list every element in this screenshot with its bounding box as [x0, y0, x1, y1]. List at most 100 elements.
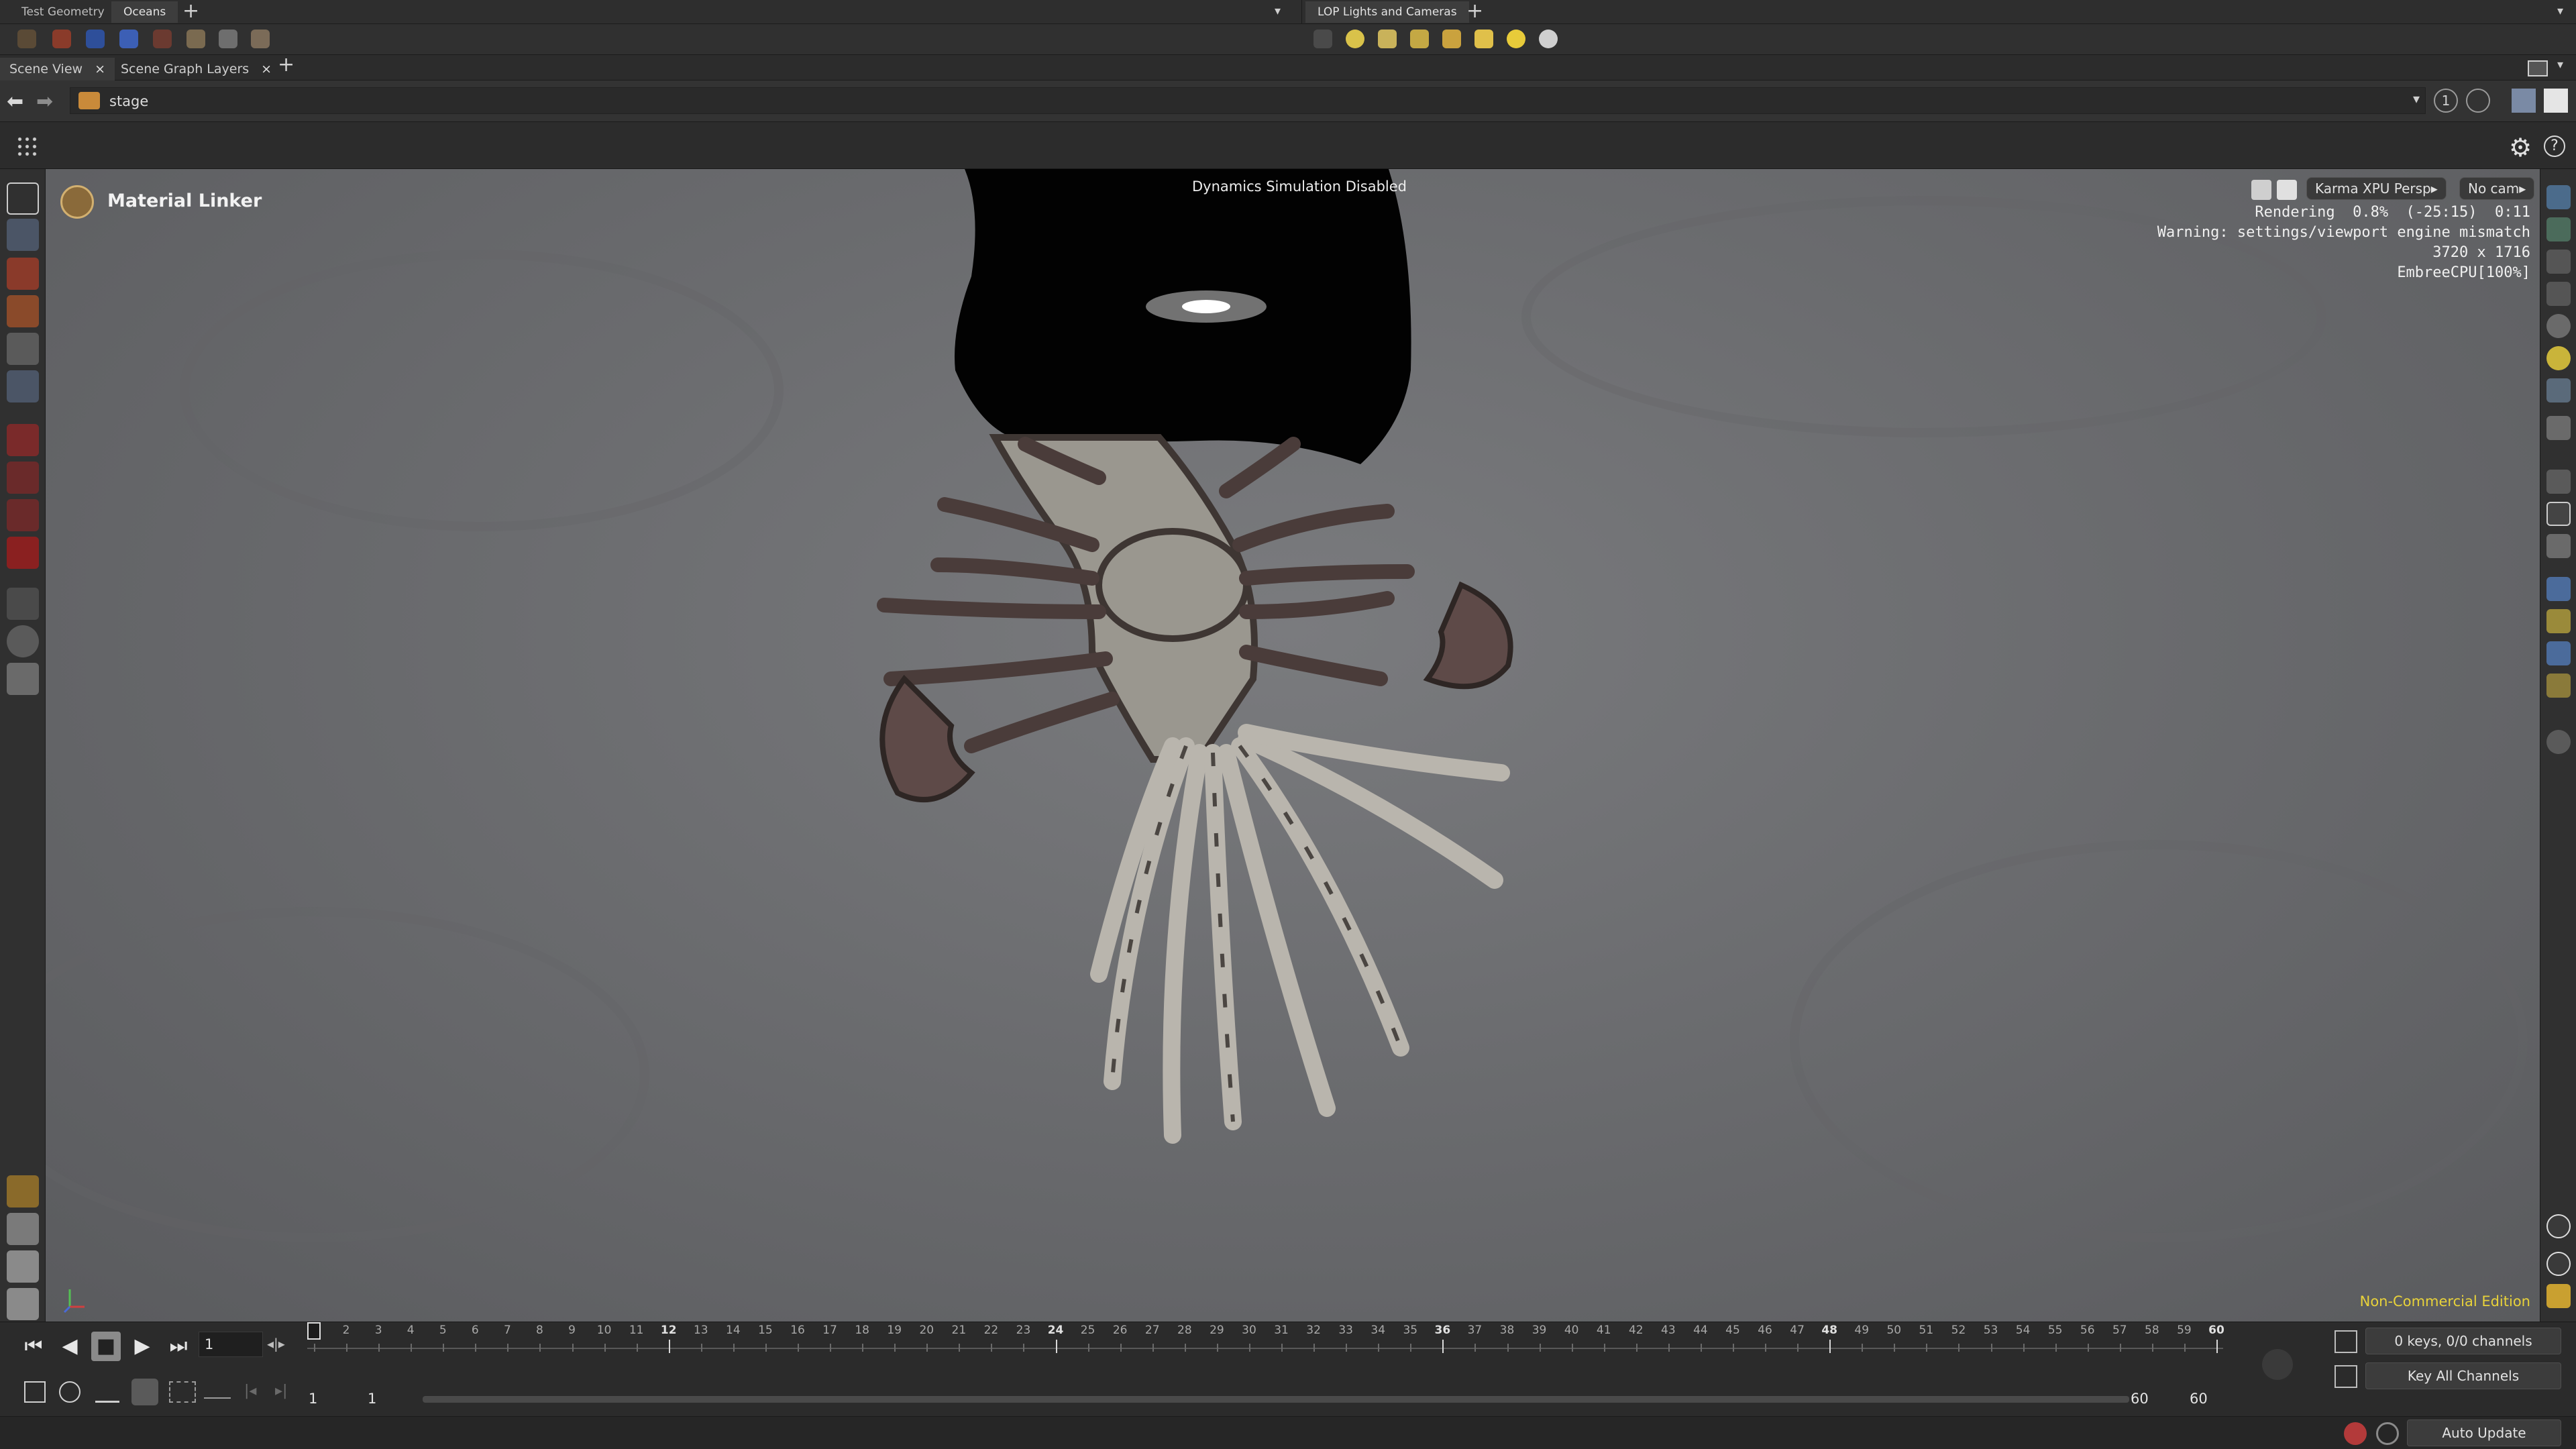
spot-light-icon[interactable]: [1410, 30, 1429, 48]
loop-icon[interactable]: [95, 1381, 119, 1403]
jump-to-start-icon[interactable]: ⏮: [19, 1332, 48, 1361]
transform-tool-icon[interactable]: [7, 258, 39, 290]
point-light-icon[interactable]: [1442, 30, 1461, 48]
range-start-field[interactable]: 1: [303, 1387, 357, 1412]
back-arrow-icon[interactable]: ⬅: [7, 90, 23, 113]
add-pane-tab-icon[interactable]: +: [278, 54, 294, 76]
render-region-icon[interactable]: [7, 663, 39, 695]
display-options-icon[interactable]: [2546, 641, 2571, 665]
jump-to-end-icon[interactable]: ⏭: [164, 1332, 193, 1361]
snap-points-icon[interactable]: [7, 499, 39, 531]
lock-icon[interactable]: [2277, 180, 2297, 200]
tab-scene-view[interactable]: Scene View ×: [0, 58, 115, 80]
add-shelf-tab-icon[interactable]: +: [182, 0, 199, 23]
shelf-tool-icon[interactable]: [7, 1175, 39, 1208]
bulb-icon[interactable]: [2546, 378, 2571, 402]
shelf-tool-icon[interactable]: [251, 30, 270, 48]
magnet-icon[interactable]: [7, 537, 39, 569]
keys-icon[interactable]: [204, 1385, 231, 1399]
prev-key-icon[interactable]: |◂: [244, 1383, 256, 1399]
grid-menu-icon[interactable]: [16, 136, 39, 158]
camera-tool-icon[interactable]: [1539, 30, 1558, 48]
sync-icon[interactable]: [131, 1379, 158, 1405]
close-icon[interactable]: ×: [95, 62, 105, 76]
shelf-tool-icon[interactable]: [17, 30, 36, 48]
audio-icon[interactable]: [59, 1381, 80, 1403]
path-dropdown-icon[interactable]: ▾: [2413, 91, 2420, 107]
network-view-icon[interactable]: [2512, 89, 2536, 113]
scale-tool-icon[interactable]: [7, 333, 39, 365]
tab-scene-graph-layers[interactable]: Scene Graph Layers ×: [111, 58, 281, 80]
distant-light-icon[interactable]: [1474, 30, 1493, 48]
network-path-field[interactable]: stage ▾: [70, 87, 2426, 114]
gear-icon[interactable]: ⚙: [2509, 133, 2532, 162]
channel-list-icon[interactable]: [2334, 1330, 2357, 1353]
key-tool-icon[interactable]: [2262, 1349, 2293, 1380]
renderer-menu[interactable]: Karma XPU Persp▸: [2306, 177, 2447, 200]
handle-tool-icon[interactable]: [7, 370, 39, 402]
range-end-field[interactable]: 60: [2125, 1387, 2179, 1412]
display-options-icon[interactable]: [2546, 730, 2571, 754]
lock-select-icon[interactable]: [7, 219, 39, 251]
pane-menu-icon[interactable]: ▾: [2557, 58, 2563, 72]
shelf-tool-icon[interactable]: [7, 1250, 39, 1283]
next-key-icon[interactable]: ▸|: [275, 1383, 287, 1399]
lock-icon[interactable]: [2546, 250, 2571, 274]
display-options-icon[interactable]: [2546, 282, 2571, 306]
step-frame-icon[interactable]: ◂|▸: [267, 1336, 285, 1352]
display-options-icon[interactable]: [2546, 609, 2571, 633]
shelf-tab-lop-lights-cameras[interactable]: LOP Lights and Cameras: [1305, 1, 1469, 23]
orbit-tool-icon[interactable]: [7, 625, 39, 657]
dome-light-icon[interactable]: [1507, 30, 1525, 48]
light-display-icon[interactable]: [2546, 346, 2571, 370]
snap-mode-icon[interactable]: [7, 462, 39, 494]
play-forward-icon[interactable]: ▶: [127, 1332, 157, 1361]
shelf-dropdown-icon[interactable]: ▾: [2557, 4, 2563, 18]
light-tool-icon[interactable]: [1313, 30, 1332, 48]
frame-range-slider[interactable]: [423, 1396, 2129, 1403]
key-all-channels-button[interactable]: Key All Channels: [2365, 1362, 2561, 1389]
area-light-icon[interactable]: [1378, 30, 1397, 48]
display-options-icon[interactable]: [2546, 577, 2571, 601]
refresh-icon[interactable]: [2376, 1422, 2399, 1445]
stop-icon[interactable]: ■: [91, 1332, 121, 1361]
display-options-icon[interactable]: [2546, 314, 2571, 338]
keys-channels-field[interactable]: 0 keys, 0/0 channels: [2365, 1328, 2561, 1354]
pause-icon[interactable]: [2546, 502, 2571, 526]
range-icon[interactable]: [169, 1381, 196, 1403]
graph-icon[interactable]: [2334, 1365, 2357, 1388]
range-start-field[interactable]: 1: [362, 1387, 416, 1412]
shelf-tool-icon[interactable]: [186, 30, 205, 48]
current-frame-field[interactable]: 1: [199, 1332, 263, 1357]
eye-icon[interactable]: [2546, 1214, 2571, 1238]
select-tool-icon[interactable]: [7, 182, 39, 215]
range-end-field[interactable]: 60: [2184, 1387, 2238, 1412]
no-cook-icon[interactable]: [2344, 1422, 2367, 1445]
auto-update-menu[interactable]: Auto Update: [2407, 1419, 2561, 1446]
shelf-dropdown-icon[interactable]: ▾: [1275, 4, 1281, 18]
layout-icon[interactable]: [2546, 1284, 2571, 1308]
info-icon[interactable]: [2546, 1252, 2571, 1276]
shelf-tool-icon[interactable]: [7, 1288, 39, 1320]
display-options-icon[interactable]: [2546, 185, 2571, 209]
display-options-icon[interactable]: [2546, 534, 2571, 558]
shelf-tool-icon[interactable]: [7, 1213, 39, 1245]
view-tool-icon[interactable]: [7, 588, 39, 620]
camera-display-icon[interactable]: [2546, 416, 2571, 440]
display-options-icon[interactable]: [2546, 674, 2571, 698]
shelf-tool-icon[interactable]: [119, 30, 138, 48]
shelf-tool-icon[interactable]: [153, 30, 172, 48]
timeline-ruler[interactable]: 1234567891011121314151617181920212223242…: [307, 1322, 2224, 1361]
maximize-icon[interactable]: [2544, 89, 2568, 113]
sun-light-icon[interactable]: [1346, 30, 1364, 48]
link-icon[interactable]: [2466, 89, 2490, 113]
shelf-tab-test-geometry[interactable]: Test Geometry: [9, 1, 117, 23]
display-options-icon[interactable]: [2546, 217, 2571, 241]
play-backward-icon[interactable]: ◀: [55, 1332, 85, 1361]
camera-menu[interactable]: No cam▸: [2459, 177, 2535, 200]
add-shelf-tab-icon[interactable]: +: [1466, 0, 1483, 23]
shelf-tool-icon[interactable]: [86, 30, 105, 48]
display-options-icon[interactable]: [2546, 470, 2571, 494]
rotate-tool-icon[interactable]: [7, 295, 39, 327]
shelf-tool-icon[interactable]: [219, 30, 237, 48]
